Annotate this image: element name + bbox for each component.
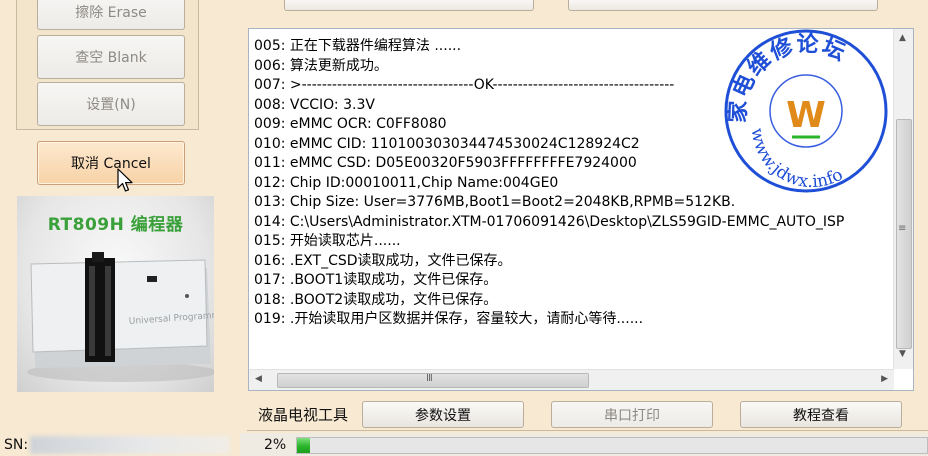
log-line: 013: Chip Size: User=3776MB,Boot1=Boot2=… [254, 194, 736, 210]
programmer-promo-image: RT809H 编程器 Universal Programmer [17, 196, 214, 392]
lcd-tv-tools-label: 液晶电视工具 [258, 406, 349, 424]
serial-print-button[interactable]: 串口打印 [551, 401, 713, 428]
horizontal-scroll-thumb[interactable]: III [277, 373, 589, 388]
top-field-left[interactable] [284, 0, 534, 11]
vertical-scroll-thumb[interactable]: ≡ [896, 119, 912, 349]
log-line: 018: .BOOT2读取成功，文件已保存。 [254, 291, 498, 308]
progress-percent: 2% [264, 437, 287, 453]
erase-button[interactable]: 擦除 Erase [37, 0, 185, 30]
cancel-button[interactable]: 取消 Cancel [37, 141, 185, 185]
log-line: 016: .EXT_CSD读取成功，文件已保存。 [254, 252, 512, 269]
log-line: 017: .BOOT1读取成功，文件已保存。 [254, 272, 498, 288]
vertical-grip-icon: ≡ [898, 223, 907, 234]
tutorial-view-button[interactable]: 教程查看 [740, 401, 902, 428]
log-horizontal-scrollbar[interactable]: ◀ III ▶ [249, 369, 894, 390]
watermark-logo-letter: W [786, 95, 826, 136]
mouse-cursor-icon [117, 168, 133, 192]
settings-button[interactable]: 设置(N) [37, 82, 185, 126]
serial-number-redacted [30, 436, 230, 454]
progress-bar [296, 437, 928, 454]
progress-bar-fill [297, 438, 310, 453]
log-vertical-scrollbar[interactable]: ▲ ≡ ▼ [893, 29, 913, 369]
scroll-left-arrow-icon[interactable]: ◀ [255, 374, 262, 384]
top-field-right[interactable] [568, 0, 878, 11]
toolbar-divider [247, 430, 928, 431]
scroll-right-arrow-icon[interactable]: ▶ [881, 374, 888, 384]
log-line: 014: C:\Users\Administrator.XTM-01706091… [254, 213, 845, 230]
scroll-down-arrow-icon[interactable]: ▼ [899, 349, 906, 359]
log-line: 015: 开始读取芯片...... [254, 233, 401, 249]
programmer-device-icon: Universal Programmer [27, 252, 214, 382]
blank-check-button[interactable]: 查空 Blank [37, 35, 185, 79]
horizontal-grip-icon: III [426, 373, 433, 384]
log-line: 019: .开始读取用户区数据并保存，容量较大，请耐心等待...... [254, 311, 644, 327]
scroll-up-arrow-icon[interactable]: ▲ [899, 33, 906, 43]
serial-number-label: SN: [4, 437, 29, 453]
forum-watermark-logo: 家电维修论坛 www.jdwx.info W [724, 29, 888, 193]
parameter-settings-button[interactable]: 参数设置 [362, 401, 524, 428]
